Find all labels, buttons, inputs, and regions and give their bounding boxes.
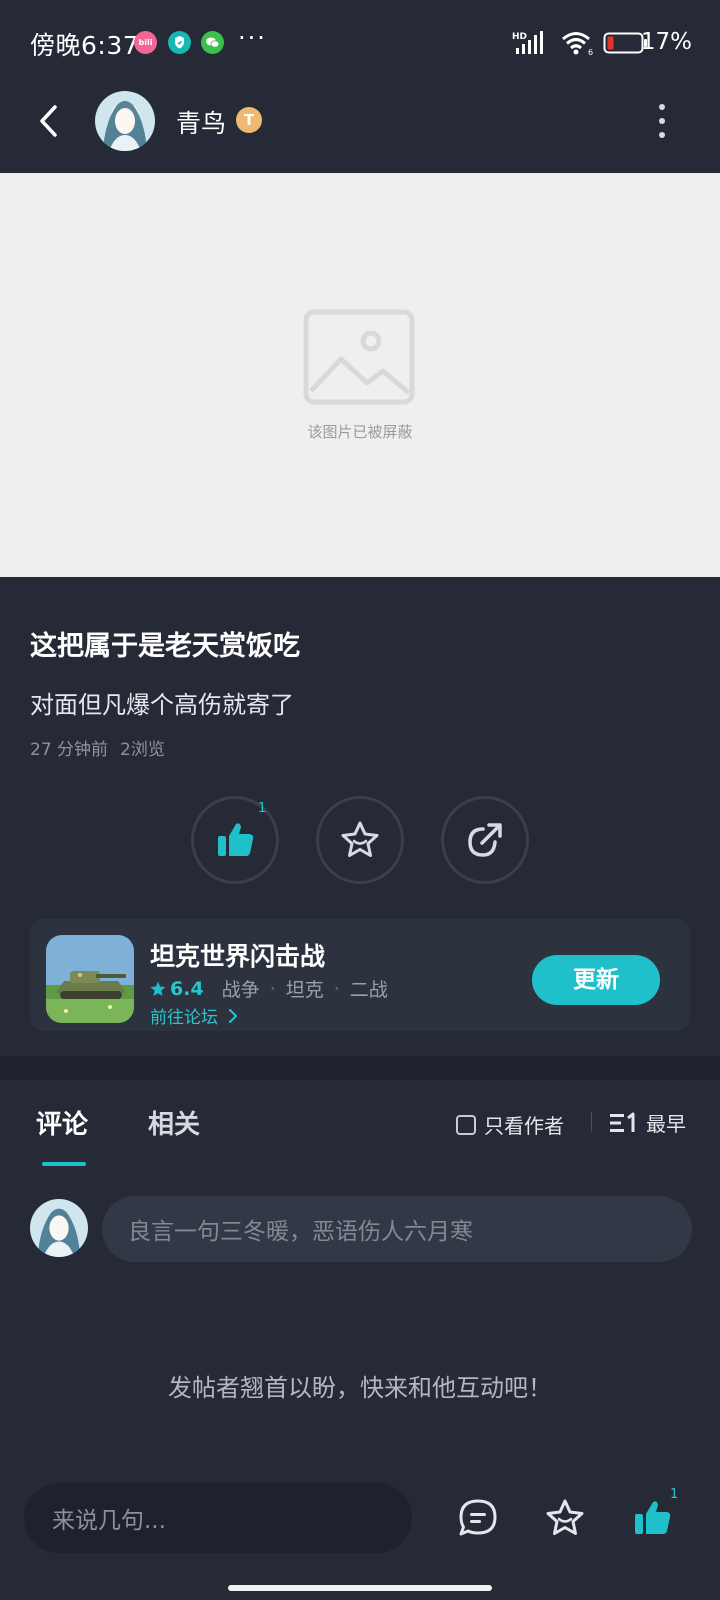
post-time: 27 分钟前 [30, 740, 109, 760]
game-tag: 战争 [221, 979, 260, 1001]
author-name[interactable]: 青鸟 [176, 104, 226, 140]
image-blocked-text: 该图片已被屏蔽 [307, 423, 413, 441]
wifi-icon: 6 [561, 30, 595, 60]
tab-comments[interactable]: 评论 [36, 1104, 88, 1141]
like-button-bottom[interactable] [630, 1496, 674, 1540]
game-tag: 坦克 [285, 979, 324, 1001]
image-placeholder-icon [303, 309, 415, 405]
comment-input-placeholder: 良言一句三冬暖，恶语伤人六月寒 [128, 1219, 473, 1245]
empty-comments-hint: 发帖者翘首以盼，快来和他互动吧！ [168, 1374, 552, 1402]
game-rating-row: 6.4 战争 · 坦克 · 二战 [150, 975, 388, 1002]
author-title-badge: T [236, 107, 262, 133]
thumbs-up-icon [218, 823, 254, 856]
comment-icon [459, 1499, 497, 1536]
game-icon[interactable] [46, 935, 134, 1023]
chevron-right-icon [229, 1009, 238, 1023]
battery-level: 17% [640, 29, 692, 55]
update-button[interactable]: 更新 [532, 955, 660, 1005]
sort-button[interactable]: 最早 [610, 1108, 686, 1137]
comments-section [0, 1080, 720, 1480]
wechat-icon [201, 31, 224, 54]
more-dot-icon [659, 118, 665, 124]
go-to-forum-link[interactable]: 前往论坛 [150, 1003, 239, 1028]
section-divider [0, 1056, 720, 1080]
tab-related[interactable]: 相关 [148, 1104, 200, 1141]
game-score: 6.4 [170, 977, 204, 1000]
author-only-toggle[interactable]: 只看作者 [456, 1110, 564, 1139]
tag-separator: · [269, 977, 276, 1000]
post-header: 青鸟 T [0, 84, 720, 170]
bilibili-icon: bili [134, 31, 157, 54]
comment-input[interactable]: 良言一句三冬暖，恶语伤人六月寒 [102, 1196, 692, 1262]
favorite-button[interactable] [316, 796, 404, 884]
comment-button[interactable] [456, 1496, 500, 1540]
star-icon [546, 1499, 584, 1535]
share-button[interactable] [441, 796, 529, 884]
my-avatar [30, 1199, 88, 1257]
post-views: 2浏览 [120, 740, 165, 760]
sort-label: 最早 [646, 1112, 686, 1136]
shield-icon [168, 31, 191, 54]
bottom-action-bar: 来说几句... 1 [0, 1470, 720, 1600]
network-label: HD [512, 32, 527, 42]
author-only-label: 只看作者 [484, 1114, 564, 1138]
home-indicator[interactable] [228, 1585, 492, 1591]
back-button[interactable] [26, 98, 72, 144]
favorite-button-bottom[interactable] [543, 1496, 587, 1540]
status-time: 傍晚6:37 [30, 31, 140, 60]
status-bar: 傍晚6:37 bili ··· HD 6 17% [0, 0, 720, 84]
author-avatar[interactable] [95, 91, 155, 151]
author-only-checkbox[interactable] [456, 1114, 476, 1135]
svg-text:6: 6 [588, 48, 593, 56]
reply-input-placeholder: 来说几句... [52, 1508, 166, 1534]
game-tag: 二战 [349, 979, 388, 1001]
cell-signal-icon: HD [512, 30, 546, 60]
post-meta: 27 分钟前 2浏览 [30, 735, 165, 760]
active-tab-indicator [42, 1162, 86, 1166]
more-options-button[interactable] [652, 104, 672, 138]
post-image-placeholder[interactable]: 该图片已被屏蔽 [0, 173, 720, 577]
tag-separator: · [333, 977, 340, 1000]
divider [591, 1112, 592, 1132]
go-to-forum-label: 前往论坛 [150, 1008, 218, 1028]
rating-star-icon [150, 981, 166, 996]
star-icon [341, 821, 379, 857]
game-card[interactable]: 坦克世界闪击战 6.4 战争 · 坦克 · 二战 前往论坛 更新 [30, 919, 690, 1031]
share-icon [468, 823, 502, 857]
reply-input[interactable]: 来说几句... [24, 1483, 412, 1553]
more-dot-icon [659, 132, 665, 138]
more-dot-icon [659, 104, 665, 110]
like-count-bottom: 1 [670, 1487, 679, 1502]
sort-icon [610, 1112, 635, 1132]
like-count: 1 [258, 801, 267, 816]
more-notifications-icon: ··· [238, 24, 267, 52]
post-body: 对面但凡爆个高伤就寄了 [30, 691, 294, 719]
back-arrow-icon [40, 105, 57, 137]
post-title: 这把属于是老天赏饭吃 [30, 631, 300, 662]
game-name: 坦克世界闪击战 [150, 942, 326, 971]
thumbs-up-icon [635, 1501, 671, 1534]
